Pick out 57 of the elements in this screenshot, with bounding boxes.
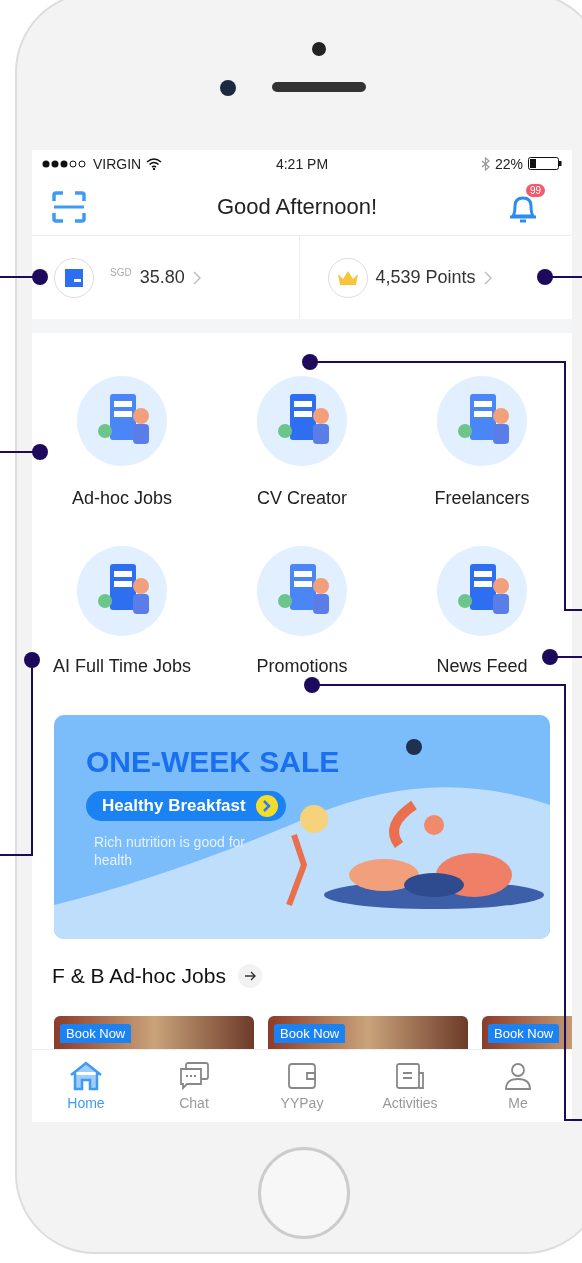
banner-button[interactable]: Healthy Breakfast	[86, 791, 286, 821]
leader-line	[542, 649, 582, 665]
greeting-title: Good Afternoon!	[216, 193, 378, 220]
front-camera-icon	[220, 80, 236, 96]
banner-title: ONE-WEEK SALE	[86, 745, 340, 779]
feature-label[interactable]: Ad-hoc Jobs	[71, 484, 173, 512]
home-icon	[69, 1061, 103, 1091]
wifi-icon	[146, 157, 163, 170]
chevron-right-icon	[483, 270, 492, 285]
nav-tab[interactable]: YYPay	[248, 1050, 356, 1122]
illustration-drawing[interactable]	[257, 546, 347, 636]
person-icon	[503, 1061, 533, 1091]
camera-icon	[312, 42, 326, 56]
feature-label[interactable]: Promotions	[256, 652, 348, 680]
photo-placeholder[interactable]: Book Now	[482, 1016, 572, 1049]
leader-line	[537, 269, 582, 285]
feature-label[interactable]: AI Full Time Jobs	[52, 652, 191, 680]
illustration-drawing[interactable]	[77, 376, 167, 466]
leader-line	[0, 269, 48, 285]
illustration-drawing[interactable]	[257, 376, 347, 466]
battery-icon	[528, 157, 562, 171]
section-title: F & B Ad-hoc Jobs	[52, 964, 226, 988]
currency-label: SGD	[110, 267, 132, 279]
nav-tab[interactable]: Home	[32, 1050, 140, 1122]
chevron-right-icon	[192, 270, 201, 285]
leader-line	[0, 444, 48, 460]
book-now-badge[interactable]: Book Now	[60, 1024, 132, 1043]
nav-tab[interactable]: Me	[464, 1050, 572, 1122]
nav-tab[interactable]: Activities	[356, 1050, 464, 1122]
bluetooth-icon	[480, 156, 490, 171]
battery-percent: 22%	[494, 155, 523, 172]
signal-icon	[42, 159, 88, 168]
illustration-drawing[interactable]	[437, 376, 527, 466]
book-now-badge[interactable]: Book Now	[274, 1024, 346, 1043]
feature-label[interactable]: CV Creator	[257, 484, 347, 512]
points-balance[interactable]: 4,539 Points	[375, 267, 476, 289]
promo-banner[interactable]: ONE-WEEK SALE Healthy Breakfast Rich nutrition is good for health	[54, 715, 550, 939]
chevron-circle-icon	[255, 795, 278, 817]
scan-icon[interactable]	[52, 190, 86, 223]
banner-subtitle: Rich nutrition is good for health	[93, 833, 246, 869]
feature-label[interactable]: Freelancers	[434, 484, 530, 512]
speaker-icon	[272, 82, 366, 92]
chat-icon	[178, 1061, 210, 1091]
photo-placeholder[interactable]: Book Now	[268, 1016, 468, 1049]
notification-badge: 99	[526, 183, 546, 197]
illustration-drawing[interactable]	[437, 546, 527, 636]
illustration-drawing[interactable]	[77, 546, 167, 636]
arrow-right-icon[interactable]	[237, 964, 262, 988]
photo-placeholder[interactable]: Book Now	[54, 1016, 254, 1049]
status-time: 4:21 PM	[275, 155, 329, 172]
feature-label[interactable]: News Feed	[436, 652, 528, 680]
wallet-icon	[286, 1061, 318, 1091]
carrier-name: VIRGIN	[93, 155, 142, 172]
nav-tab[interactable]: Chat	[140, 1050, 248, 1122]
document-icon	[394, 1061, 426, 1091]
wallet-balance[interactable]: 35.80	[139, 267, 185, 289]
book-now-badge[interactable]: Book Now	[488, 1024, 560, 1043]
